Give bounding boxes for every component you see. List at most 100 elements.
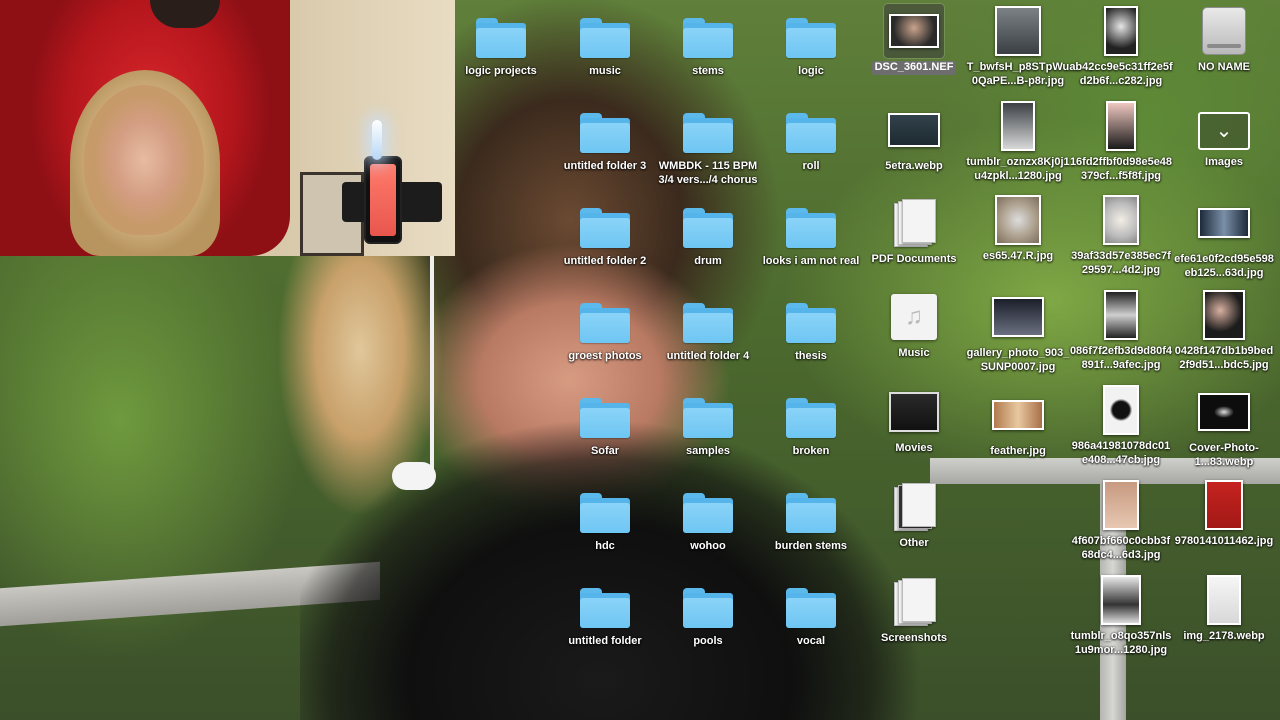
desktop-folder[interactable]: samples — [656, 388, 760, 459]
desktop-folder[interactable]: broken — [759, 388, 863, 459]
desktop-folder[interactable]: wohoo — [656, 483, 760, 554]
desktop-smart-folder[interactable]: PDF Documents — [862, 196, 966, 267]
file-label: 086f7f2efb3d9d80f4891f...9afec.jpg — [1069, 345, 1173, 371]
file-label: Other — [899, 537, 929, 549]
photo-thumbnail-icon — [889, 14, 939, 48]
desktop-folder[interactable]: music — [553, 8, 657, 79]
photo-thumbnail-icon — [1198, 393, 1250, 431]
folder-icon — [786, 398, 836, 438]
folder-icon — [580, 398, 630, 438]
video-face — [84, 85, 204, 235]
desktop-folder[interactable]: untitled folder 2 — [553, 198, 657, 269]
desktop-file[interactable]: 16fd2ffbf0d98e5e48379cf...f5f8f.jpg — [1069, 99, 1173, 183]
file-label: efe61e0f2cd95e598eb125...63d.jpg — [1174, 253, 1274, 279]
folder-label: roll — [802, 160, 820, 172]
desktop-stack-images[interactable]: ⌄ Images — [1172, 99, 1276, 170]
folder-icon — [580, 113, 630, 153]
file-label: feather.jpg — [990, 445, 1046, 457]
folder-label: Sofar — [590, 445, 620, 457]
folder-icon — [580, 303, 630, 343]
desktop-file[interactable]: gallery_photo_903_SUNP0007.jpg — [966, 290, 1070, 374]
desktop-folder[interactable]: roll — [759, 103, 863, 174]
folder-icon — [786, 208, 836, 248]
folder-label: stems — [692, 65, 724, 77]
folder-icon — [683, 493, 733, 533]
desktop-folder[interactable]: logic projects — [449, 8, 553, 79]
desktop-file[interactable]: 5etra.webp — [862, 103, 966, 174]
folder-label: looks i am not real — [762, 255, 860, 267]
desktop-file[interactable]: efe61e0f2cd95e598eb125...63d.jpg — [1172, 196, 1276, 280]
photo-thumbnail-icon — [992, 400, 1044, 430]
desktop-folder[interactable]: pools — [656, 578, 760, 649]
folder-icon — [683, 398, 733, 438]
folder-label: pools — [693, 635, 723, 647]
desktop-folder[interactable]: groest photos — [553, 293, 657, 364]
file-label: Screenshots — [880, 632, 948, 644]
desktop-smart-folder[interactable]: Movies — [862, 385, 966, 456]
desktop-file[interactable]: 9780141011462.jpg — [1172, 478, 1276, 549]
file-label: Cover-Photo-1...83.webp — [1189, 442, 1259, 468]
file-label: 5etra.webp — [885, 160, 943, 172]
desktop-folder[interactable]: logic — [759, 8, 863, 79]
desktop-folder[interactable]: thesis — [759, 293, 863, 364]
desktop-file[interactable]: tumblr_o8qo357nls1u9mor...1280.jpg — [1069, 573, 1173, 657]
desktop-file[interactable]: 39af33d57e385ec7f29597...4d2.jpg — [1069, 193, 1173, 277]
desktop-smart-folder[interactable]: Screenshots — [862, 575, 966, 646]
desktop-file[interactable]: 086f7f2efb3d9d80f4891f...9afec.jpg — [1069, 288, 1173, 372]
desktop-folder[interactable]: vocal — [759, 578, 863, 649]
desktop-file[interactable]: 986a41981078dc01e408...47cb.jpg — [1069, 383, 1173, 467]
desktop-smart-folder[interactable]: Other — [862, 480, 966, 551]
desktop-folder[interactable]: hdc — [553, 483, 657, 554]
folder-icon — [580, 493, 630, 533]
folder-label: music — [589, 65, 621, 77]
desktop-file-nef[interactable]: DSC_3601.NEF — [862, 3, 966, 75]
desktop-file[interactable]: img_2178.webp — [1172, 573, 1276, 644]
folder-label: burden stems — [774, 540, 848, 552]
file-label: 16fd2ffbf0d98e5e48379cf...f5f8f.jpg — [1069, 156, 1173, 182]
folder-label: untitled folder — [568, 635, 642, 647]
desktop-file[interactable]: 0428f147db1b9bed2f9d51...bdc5.jpg — [1172, 288, 1276, 372]
external-drive-icon — [1202, 7, 1246, 55]
desktop-file[interactable]: es65.47.R.jpg — [966, 193, 1070, 264]
desktop-folder[interactable]: burden stems — [759, 483, 863, 554]
folder-icon — [786, 18, 836, 58]
folder-icon — [683, 18, 733, 58]
file-label: Music — [898, 347, 930, 359]
desktop-folder[interactable]: looks i am not real — [759, 198, 863, 269]
desktop-folder[interactable]: drum — [656, 198, 760, 269]
folder-label: wohoo — [690, 540, 726, 552]
file-label: gallery_photo_903_SUNP0007.jpg — [966, 347, 1070, 373]
file-label: es65.47.R.jpg — [982, 250, 1054, 262]
folder-icon — [786, 493, 836, 533]
folder-label: logic — [798, 65, 824, 77]
desktop-file[interactable]: tumblr_oznzx8Kj0j1u4zpkl...1280.jpg — [966, 99, 1070, 183]
book-cover-thumbnail-icon — [1205, 480, 1243, 530]
file-label: tumblr_oznzx8Kj0j1u4zpkl...1280.jpg — [966, 156, 1070, 182]
photo-thumbnail-icon — [1001, 101, 1035, 151]
desktop-folder[interactable]: untitled folder 4 — [656, 293, 760, 364]
desktop-folder[interactable]: untitled folder 3 — [553, 103, 657, 174]
desktop-smart-folder[interactable]: ♫ Music — [862, 290, 966, 361]
file-label: Movies — [895, 442, 933, 454]
file-label: 9780141011462.jpg — [1174, 535, 1274, 547]
desktop-folder[interactable]: Sofar — [553, 388, 657, 459]
folder-label: WMBDK - 115 BPM 3/4 vers.../4 chorus — [658, 160, 758, 186]
desktop-file[interactable]: T_bwfsH_p8STpWu0QaPE...B-p8r.jpg — [966, 4, 1070, 88]
desktop-folder[interactable]: WMBDK - 115 BPM 3/4 vers.../4 chorus — [656, 103, 760, 187]
desktop-file[interactable]: Cover-Photo-1...83.webp — [1172, 385, 1276, 469]
pdf-documents-icon — [894, 199, 936, 247]
webcam-video-overlay — [0, 0, 455, 256]
external-drive[interactable]: NO NAME — [1172, 4, 1276, 75]
desktop-folder[interactable]: untitled folder — [553, 578, 657, 649]
folder-icon — [786, 113, 836, 153]
desktop-file[interactable]: ab42cc9e5c31ff2e5fd2b6f...c282.jpg — [1069, 4, 1173, 88]
desktop-folder[interactable]: stems — [656, 8, 760, 79]
wallpaper-earphone-cable — [430, 250, 434, 480]
file-label: 39af33d57e385ec7f29597...4d2.jpg — [1071, 250, 1171, 276]
folder-icon — [683, 303, 733, 343]
desktop-file[interactable]: 4f607bf660c0cbb3f68dc4...6d3.jpg — [1069, 478, 1173, 562]
video-light — [372, 120, 382, 160]
folder-label: logic projects — [465, 65, 537, 77]
desktop-file[interactable]: feather.jpg — [966, 388, 1070, 459]
file-label: T_bwfsH_p8STpWu0QaPE...B-p8r.jpg — [966, 61, 1070, 87]
